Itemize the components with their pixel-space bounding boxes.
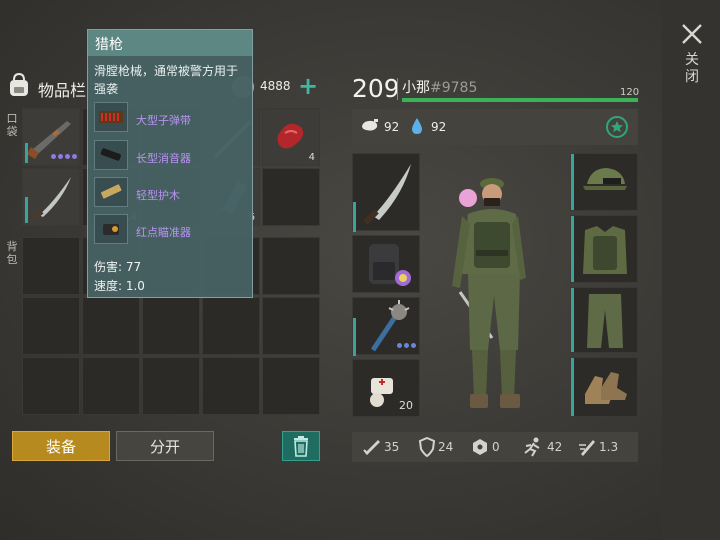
- inventory-slot[interactable]: [262, 168, 320, 226]
- add-coins-button[interactable]: +: [298, 74, 318, 98]
- trash-button[interactable]: [282, 431, 320, 461]
- food-icon: [362, 119, 378, 131]
- backpack-slot[interactable]: [202, 357, 260, 415]
- coin-count: 4888: [260, 79, 291, 93]
- durability-bar: [25, 143, 28, 163]
- attachment-label: 大型子弹带: [136, 114, 191, 127]
- tooltip-title: 猎枪: [95, 37, 123, 53]
- damage-stat: 伤害: 77: [94, 260, 142, 274]
- boots-slot[interactable]: [570, 357, 638, 417]
- armor-slot[interactable]: [570, 215, 638, 283]
- red-dot-sight-icon: [94, 214, 128, 244]
- food-value: 92: [384, 120, 400, 134]
- backpack-slot[interactable]: [262, 357, 320, 415]
- inventory-slot-shotgun[interactable]: [22, 108, 80, 166]
- attachment-label: 轻型护木: [136, 189, 180, 202]
- handguard-icon: [94, 177, 128, 207]
- machete-slot[interactable]: [352, 153, 420, 232]
- attachment-label: 长型消音器: [136, 152, 191, 165]
- radiation-value: 0: [492, 440, 500, 454]
- backpack-slot[interactable]: [352, 235, 420, 293]
- attack-value: 35: [384, 440, 400, 454]
- backpack-slot[interactable]: [22, 357, 80, 415]
- durability-bar: [571, 288, 574, 352]
- durability-bar: [353, 318, 356, 356]
- xp-max: 120: [620, 87, 640, 98]
- quality-dots: [51, 154, 77, 159]
- backpack-slot[interactable]: [82, 297, 140, 355]
- durability-bar: [571, 154, 574, 210]
- durability-bar: [571, 358, 574, 416]
- backpack-slot[interactable]: [262, 237, 320, 295]
- close-icon[interactable]: [680, 22, 704, 46]
- attachment-label: 红点瞄准器: [136, 226, 191, 239]
- attack-icon: [363, 440, 380, 455]
- pants-icon: [587, 294, 623, 348]
- backpack-slot[interactable]: [82, 357, 140, 415]
- water-value: 92: [431, 120, 447, 134]
- helmet-slot[interactable]: [570, 153, 638, 211]
- tooltip-description: 滑膛枪械，通常被警方用于强袭: [94, 64, 239, 96]
- close-label[interactable]: 关闭: [684, 52, 700, 86]
- durability-bar: [571, 216, 574, 282]
- spiked-club-slot[interactable]: [352, 297, 420, 356]
- shield-icon: [418, 437, 436, 457]
- water-icon: [412, 118, 422, 134]
- player-character: [452, 178, 526, 408]
- player-level: 209: [352, 74, 400, 103]
- backpack-slot[interactable]: [142, 297, 200, 355]
- player-name: 小那#9785: [402, 77, 477, 97]
- durability-bar: [353, 202, 356, 232]
- backpack-icon: [369, 244, 411, 286]
- running-icon: [524, 437, 540, 457]
- divider: [397, 78, 398, 100]
- bandage-slot[interactable]: 20: [352, 359, 420, 417]
- machete-icon: [31, 177, 71, 222]
- quality-dots: [397, 343, 416, 348]
- speed-value: 42: [547, 440, 563, 454]
- defense-value: 24: [438, 440, 454, 454]
- inventory-title: 物品栏: [38, 81, 87, 100]
- ammo-belt-icon: [94, 102, 128, 132]
- backpack-icon: [10, 72, 28, 96]
- equip-button[interactable]: 装备: [12, 431, 110, 461]
- player-name-text: 小那: [402, 80, 430, 96]
- trash-icon: [294, 436, 308, 457]
- pocket-label: 口袋: [6, 112, 18, 138]
- inventory-slot-meat[interactable]: 4: [262, 108, 320, 166]
- backpack-slot[interactable]: [262, 297, 320, 355]
- backpack-slot[interactable]: [142, 357, 200, 415]
- player-id: #9785: [430, 80, 478, 96]
- backpack-label: 背包: [6, 240, 18, 266]
- favorite-button[interactable]: [606, 116, 628, 138]
- machete-icon: [363, 164, 411, 225]
- durability-bar: [25, 197, 28, 223]
- xp-bar: [402, 98, 638, 102]
- star-icon: [611, 121, 623, 133]
- boots-icon: [585, 372, 627, 404]
- backpack-slot[interactable]: [22, 297, 80, 355]
- backpack-slot[interactable]: [202, 297, 260, 355]
- attack-speed-icon: [579, 440, 595, 456]
- radiation-icon: [473, 439, 487, 455]
- cap-icon: [583, 168, 627, 190]
- item-count: 4: [308, 152, 315, 163]
- backpack-slot[interactable]: [22, 237, 80, 295]
- silencer-icon: [94, 140, 128, 170]
- pants-slot[interactable]: [570, 287, 638, 353]
- split-button[interactable]: 分开: [116, 431, 214, 461]
- attack-speed-value: 1.3: [599, 440, 619, 454]
- speed-stat: 速度: 1.0: [94, 279, 145, 293]
- item-count: 20: [399, 399, 413, 412]
- inventory-slot-machete[interactable]: [22, 168, 80, 226]
- vest-icon: [583, 226, 627, 274]
